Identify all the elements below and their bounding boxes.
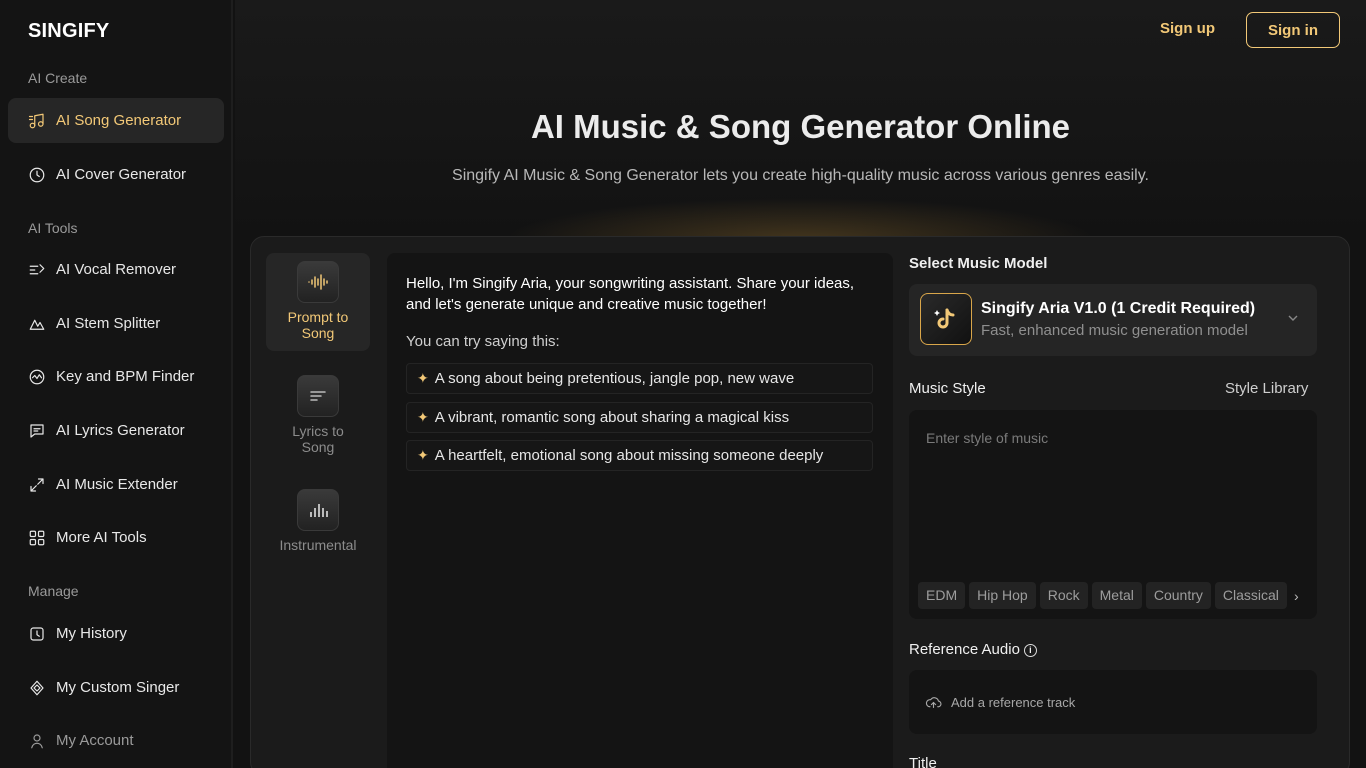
model-section-label: Select Music Model (909, 255, 1048, 272)
mode-instrumental[interactable]: Instrumental (266, 481, 370, 561)
main-content: Sign up Sign in AI Music & Song Generato… (235, 0, 1366, 768)
suggestion-text: A vibrant, romantic song about sharing a… (434, 409, 790, 426)
sidebar-item-label: AI Song Generator (56, 112, 182, 129)
style-tag[interactable]: Country (1145, 582, 1211, 609)
suggestion-text: A heartfelt, emotional song about missin… (434, 447, 824, 464)
reference-audio-label: Reference Audio (909, 641, 1020, 658)
page-subtitle: Singify AI Music & Song Generator lets y… (452, 167, 1149, 184)
sidebar-item-more-ai-tools[interactable]: More AI Tools (8, 515, 224, 560)
sidebar-item-ai-vocal-remover[interactable]: AI Vocal Remover (8, 247, 224, 292)
tiktok-note-icon (920, 293, 972, 345)
suggestion-chip[interactable]: ✦ A vibrant, romantic song about sharing… (406, 402, 873, 433)
sidebar-item-label: Key and BPM Finder (56, 368, 195, 385)
sidebar-item-label: My History (56, 625, 127, 642)
sidebar-item-label: AI Stem Splitter (56, 315, 161, 332)
logo[interactable]: SINGIFY (28, 20, 109, 43)
sparkle-icon: ✦ (417, 370, 429, 386)
info-icon[interactable]: i (1023, 643, 1037, 657)
sidebar-item-key-bpm-finder[interactable]: Key and BPM Finder (8, 354, 224, 399)
page-title: AI Music & Song Generator Online (530, 108, 1071, 145)
style-tags: EDM Hip Hop Rock Metal Country Classical (918, 582, 1308, 610)
style-tag[interactable]: EDM (918, 582, 966, 609)
chat-area: Hello, I'm Singify Aria, your songwritin… (387, 253, 893, 768)
sidebar-item-label: My Account (56, 732, 134, 749)
disc-icon (28, 166, 46, 184)
mode-label: Prompt to Song (287, 309, 349, 341)
mode-prompt-to-song[interactable]: Prompt to Song (266, 253, 370, 351)
sidebar-item-label: AI Cover Generator (56, 166, 187, 183)
section-label-ai-tools: AI Tools (28, 220, 78, 236)
sidebar-item-ai-music-extender[interactable]: AI Music Extender (8, 462, 224, 507)
assistant-intro: Hello, I'm Singify Aria, your songwritin… (406, 275, 855, 313)
mode-lyrics-to-song[interactable]: Lyrics to Song (266, 367, 370, 465)
user-icon (28, 732, 46, 750)
stem-icon (28, 315, 46, 333)
style-library-link[interactable]: Style Library (1225, 380, 1308, 397)
try-label: You can try saying this: (406, 333, 560, 350)
sparkle-icon: ✦ (417, 409, 429, 425)
mode-label: Instrumental (279, 537, 357, 553)
style-tag[interactable]: Classical (1214, 582, 1287, 609)
vocal-split-icon (28, 261, 46, 279)
mode-label: Lyrics to Song (292, 423, 344, 455)
add-reference-button[interactable]: Add a reference track (909, 670, 1317, 734)
section-label-ai-create: AI Create (28, 70, 88, 86)
signin-button[interactable]: Sign in (1246, 12, 1340, 48)
sidebar-item-label: AI Vocal Remover (56, 261, 177, 278)
music-style-label: Music Style (909, 380, 986, 397)
chevron-right-icon[interactable]: › (1294, 588, 1299, 604)
history-icon (28, 625, 46, 643)
singer-icon (28, 679, 46, 697)
sidebar-item-ai-lyrics-generator[interactable]: AI Lyrics Generator (8, 408, 224, 453)
sidebar-item-my-account[interactable]: My Account (8, 718, 224, 763)
sparkle-icon: ✦ (417, 447, 429, 463)
signup-link[interactable]: Sign up (1160, 20, 1215, 37)
lyrics-card-icon (297, 375, 339, 417)
sidebar-item-label: AI Lyrics Generator (56, 422, 185, 439)
generator-panel: Prompt to Song Lyrics to Song Instrument… (250, 236, 1350, 768)
music-style-box: Enter style of music EDM Hip Hop Rock Metal… (909, 410, 1317, 619)
music-style-input[interactable]: Enter style of music (926, 430, 1048, 446)
equalizer-icon (297, 489, 339, 531)
expand-icon (28, 476, 46, 494)
style-tag[interactable]: Hip Hop (969, 582, 1036, 609)
sidebar-item-label: More AI Tools (56, 529, 147, 546)
sidebar-item-ai-cover-generator[interactable]: AI Cover Generator (8, 152, 224, 197)
model-select[interactable]: Singify Aria V1.0 (1 Credit Required) Fa… (909, 284, 1317, 356)
suggestion-text: A song about being pretentious, jangle p… (434, 370, 795, 387)
reference-audio-heading: Reference Audio i (909, 641, 1037, 658)
lyrics-icon (28, 422, 46, 440)
model-name: Singify Aria V1.0 (1 Credit Required) (981, 300, 1256, 317)
waveform-icon (297, 261, 339, 303)
add-reference-label: Add a reference track (951, 694, 1076, 710)
cloud-upload-icon (925, 696, 942, 708)
sidebar: SINGIFY AI Create AI Song Generator AI C… (0, 0, 233, 768)
sidebar-item-label: My Custom Singer (56, 679, 180, 696)
sidebar-item-label: AI Music Extender (56, 476, 178, 493)
suggestion-chip[interactable]: ✦ A heartfelt, emotional song about miss… (406, 440, 873, 471)
chevron-down-icon (1288, 315, 1298, 321)
section-label-manage: Manage (28, 583, 79, 599)
grid-icon (28, 529, 46, 547)
style-tag[interactable]: Rock (1039, 582, 1088, 609)
suggestion-chip[interactable]: ✦ A song about being pretentious, jangle… (406, 363, 873, 394)
sidebar-item-ai-stem-splitter[interactable]: AI Stem Splitter (8, 301, 224, 346)
style-tag[interactable]: Metal (1091, 582, 1142, 609)
title-label: Title (909, 755, 937, 768)
sidebar-item-ai-song-generator[interactable]: AI Song Generator (8, 98, 224, 143)
model-description: Fast, enhanced music generation model (981, 322, 1248, 339)
music-note-icon (28, 112, 46, 130)
key-bpm-icon (28, 368, 46, 386)
sidebar-item-my-history[interactable]: My History (8, 611, 224, 656)
sidebar-item-my-custom-singer[interactable]: My Custom Singer (8, 665, 224, 710)
